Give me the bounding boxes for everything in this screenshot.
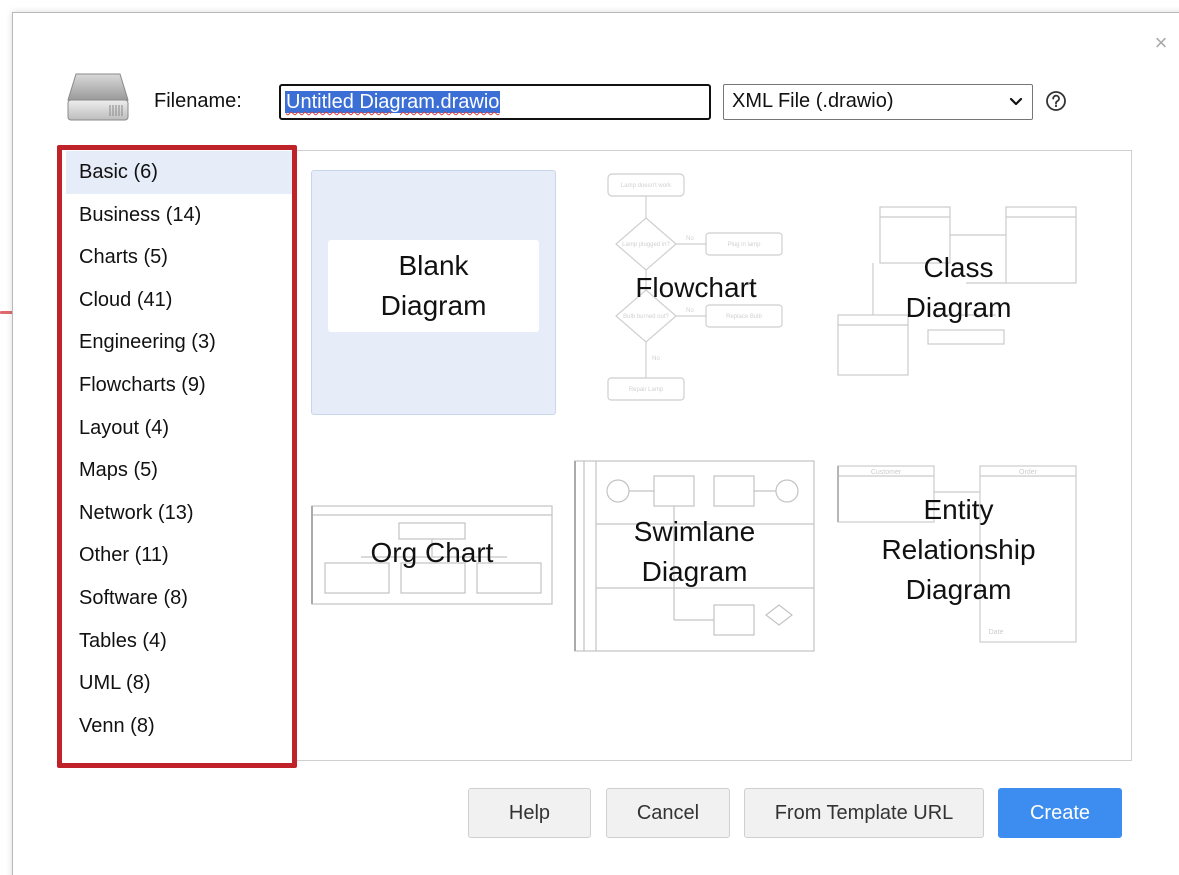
format-select[interactable]: XML File (.drawio) (723, 84, 1033, 120)
template-blank-diagram[interactable]: Blank Diagram (311, 170, 556, 415)
fc-label-replace: Replace Bulb (726, 314, 762, 320)
template-flowchart[interactable]: Lamp doesn't work Lamp plugged in? No Pl… (596, 170, 796, 415)
template-label-class: Class Diagram (905, 252, 1012, 323)
category-item[interactable]: Business (14) (66, 194, 292, 237)
category-list: Basic (6) Business (14) Charts (5) Cloud (4… (66, 151, 292, 756)
template-label-flowchart: Flowchart (635, 272, 757, 303)
category-item[interactable]: Network (13) (66, 492, 292, 535)
template-swimlane-diagram[interactable]: Swimlane Diagram (574, 460, 815, 652)
category-item[interactable]: Software (8) (66, 577, 292, 620)
chevron-down-icon (1009, 97, 1023, 106)
category-item[interactable]: Tables (4) (66, 620, 292, 663)
filename-label: Filename: (154, 90, 242, 112)
fc-label-plug-in: Plug in lamp (727, 242, 761, 248)
template-label-er: Entity Relationship Diagram (881, 494, 1036, 605)
create-button[interactable]: Create (998, 788, 1122, 838)
category-item[interactable]: UML (8) (66, 662, 292, 705)
template-org-chart[interactable]: Org Chart (311, 505, 553, 605)
format-selected-value: XML File (.drawio) (732, 90, 894, 112)
close-icon[interactable]: × (1151, 32, 1171, 54)
template-label-blank: Blank Diagram (328, 240, 539, 332)
category-item[interactable]: Other (11) (66, 534, 292, 577)
er-label-customer: Customer (871, 469, 902, 476)
template-class-diagram[interactable]: Class Diagram (836, 190, 1081, 380)
stage: × Filename: Untitled Diagram.drawio XML (0, 0, 1179, 875)
fc-label-lamp-plugged: Lamp plugged in? (622, 242, 670, 248)
from-template-url-button[interactable]: From Template URL (744, 788, 984, 838)
template-label-org: Org Chart (370, 537, 494, 568)
template-label-swimlane: Swimlane Diagram (633, 516, 756, 587)
fc-label-bulb: Bulb burned out? (623, 314, 669, 320)
help-circle-icon[interactable] (1045, 90, 1067, 112)
category-item[interactable]: Maps (5) (66, 449, 292, 492)
category-item[interactable]: Flowcharts (9) (66, 364, 292, 407)
fc-label-repair: Repair Lamp (629, 387, 664, 393)
category-item[interactable]: Basic (6) (66, 151, 292, 194)
filename-value: Untitled Diagram.drawio (285, 91, 501, 113)
er-label-date: Date (989, 629, 1004, 636)
category-item[interactable]: Cloud (41) (66, 279, 292, 322)
fc-label-no-2: No (686, 308, 694, 314)
category-item[interactable]: Layout (4) (66, 407, 292, 450)
fc-label-no-3: No (652, 356, 660, 362)
fc-label-lamp-doesnt-work: Lamp doesn't work (621, 183, 672, 189)
category-item[interactable]: Charts (5) (66, 236, 292, 279)
template-entity-relationship[interactable]: Customer Order Date Entity Relationship … (836, 462, 1081, 647)
cancel-button[interactable]: Cancel (606, 788, 730, 838)
filename-input[interactable]: Untitled Diagram.drawio (279, 84, 711, 120)
category-item[interactable]: Engineering (3) (66, 321, 292, 364)
fc-label-no-1: No (686, 236, 694, 242)
er-label-order: Order (1019, 469, 1038, 476)
help-button[interactable]: Help (468, 788, 591, 838)
drive-icon (67, 73, 129, 121)
category-item[interactable]: Venn (8) (66, 705, 292, 748)
